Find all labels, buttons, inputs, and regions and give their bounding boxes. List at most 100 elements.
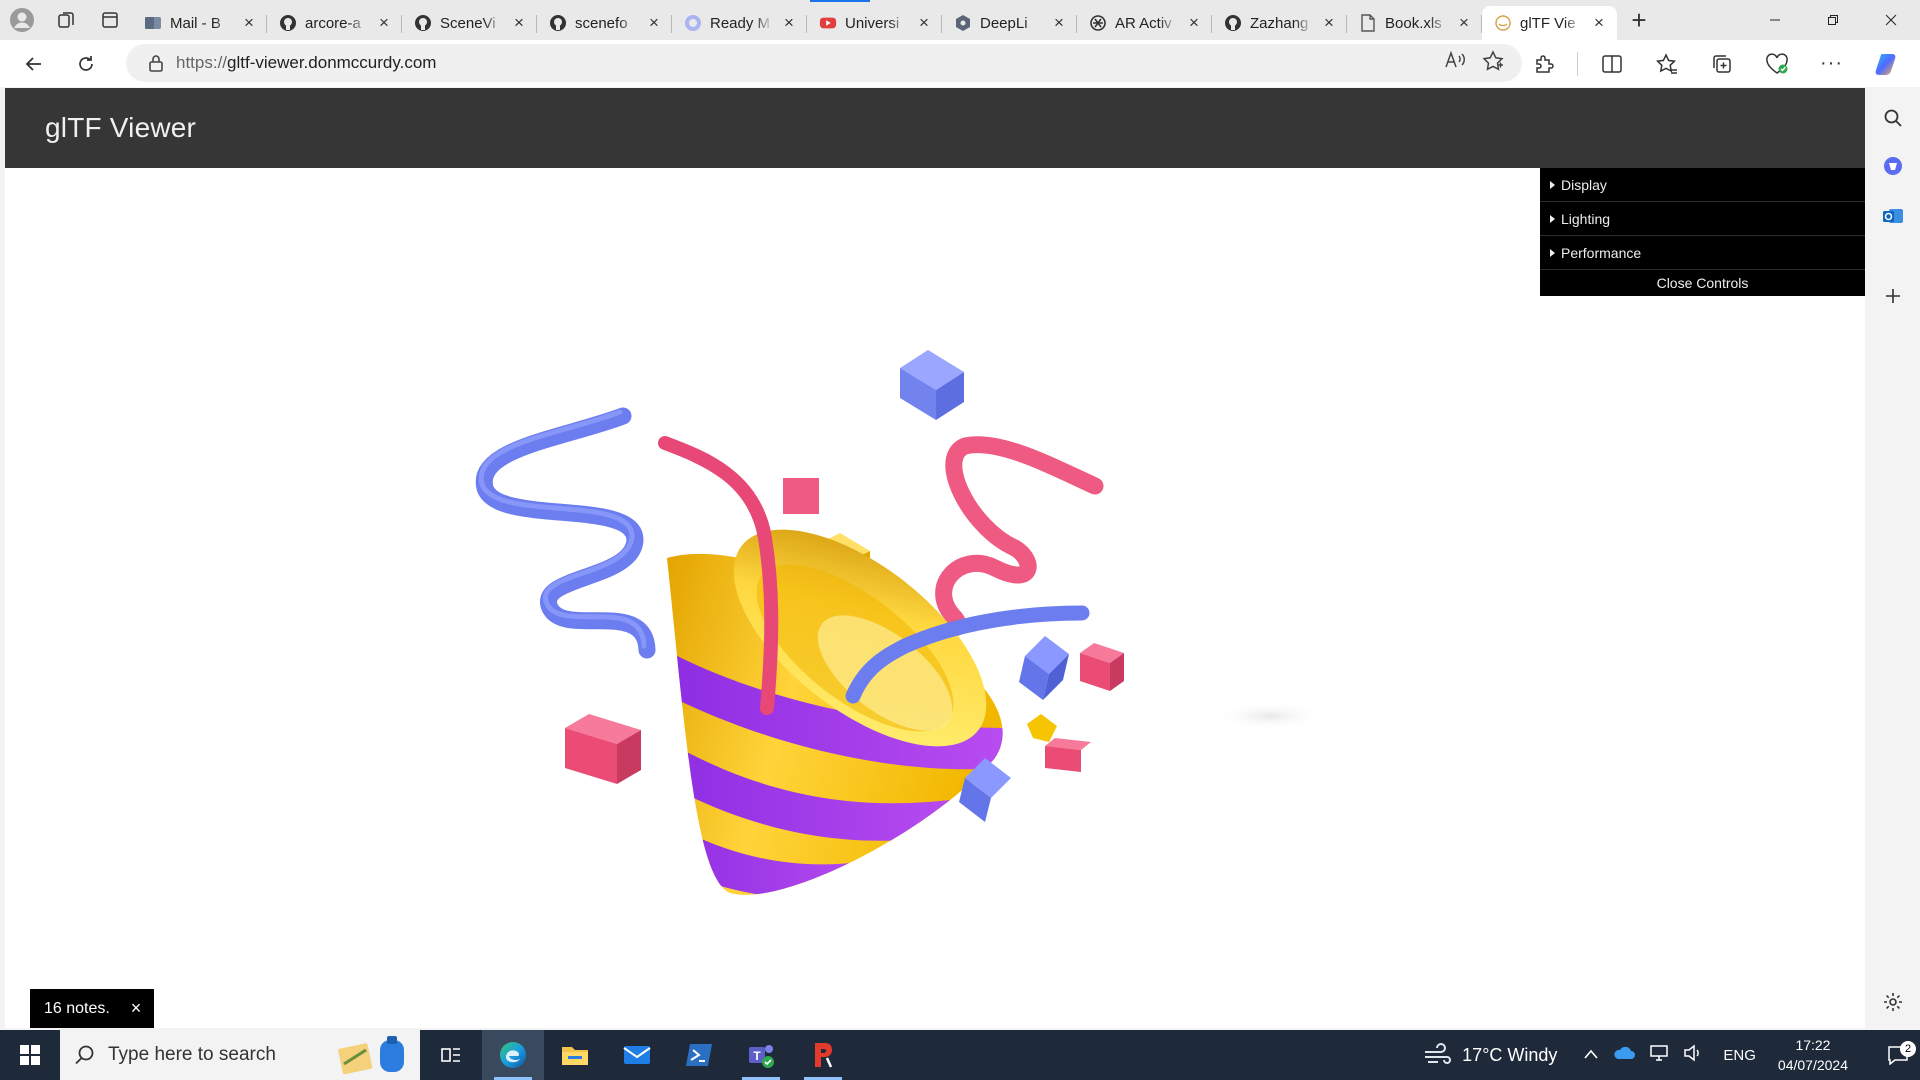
taskbar-powershell[interactable] (668, 1030, 730, 1080)
restore-icon (1828, 15, 1838, 25)
workspaces-icon (58, 12, 74, 28)
plus-icon (1886, 289, 1900, 303)
taskbar-search[interactable]: Type here to search (60, 1030, 420, 1080)
sidebar-settings-button[interactable] (1877, 986, 1909, 1018)
refresh-button[interactable] (60, 44, 112, 84)
system-tray: 17°C Windy ENG 17:22 04/07/2024 2 (1422, 1030, 1920, 1080)
profile-button[interactable] (0, 0, 44, 40)
gear-icon (1884, 993, 1902, 1011)
sidebar-shopping-button[interactable] (1877, 150, 1909, 182)
taskbar-file-explorer[interactable] (544, 1030, 606, 1080)
collections-button[interactable] (1694, 53, 1749, 75)
close-icon[interactable]: × (376, 13, 392, 32)
close-icon[interactable]: × (1456, 13, 1472, 32)
chatgpt-icon (1089, 14, 1107, 32)
favorites-icon (1655, 52, 1677, 74)
app-title: glTF Viewer (45, 112, 197, 143)
tab-gltf-viewer[interactable]: glTF Vie × (1482, 6, 1617, 40)
copilot-button[interactable] (1859, 51, 1914, 77)
close-controls-button[interactable]: Close Controls (1540, 270, 1865, 296)
tab-ready[interactable]: Ready M × (672, 7, 807, 39)
confetti-pink-small (783, 478, 819, 514)
tab-universi[interactable]: Universi × (807, 7, 942, 39)
taskbar-mail[interactable] (606, 1030, 668, 1080)
close-icon[interactable]: × (1321, 13, 1337, 32)
windows-taskbar: Type here to search T 17°C Windy ENG 17:… (0, 1030, 1920, 1080)
tab-title: DeepLi (980, 14, 1028, 32)
sidebar-outlook-button[interactable] (1877, 200, 1909, 232)
taskbar-teams[interactable]: T (730, 1030, 792, 1080)
close-icon[interactable]: × (781, 13, 797, 32)
tab-title: Mail - B (170, 14, 221, 32)
folder-display[interactable]: Display (1540, 168, 1865, 202)
extensions-button[interactable] (1516, 53, 1571, 75)
party-popper-model[interactable] (5, 168, 1865, 1028)
close-icon[interactable]: × (916, 13, 932, 32)
read-aloud-icon[interactable] (1444, 50, 1466, 77)
network-icon[interactable] (1649, 1044, 1669, 1067)
notification-center-button[interactable]: 2 (1876, 1041, 1920, 1065)
start-button[interactable] (0, 1030, 60, 1080)
wind-icon (1425, 1043, 1452, 1064)
tab-title: Ready M (710, 14, 771, 32)
tab-title: SceneVi (440, 14, 496, 32)
close-window-button[interactable] (1862, 0, 1920, 40)
close-icon[interactable]: × (241, 13, 257, 32)
back-button[interactable] (8, 44, 60, 84)
refresh-icon (79, 55, 93, 71)
tab-ar-activity[interactable]: AR Activ × (1077, 7, 1212, 39)
tab-actions-button[interactable] (88, 0, 132, 40)
onedrive-icon[interactable] (1613, 1045, 1636, 1066)
minimize-icon (1770, 19, 1780, 21)
close-icon[interactable]: × (1186, 13, 1202, 32)
chevron-up-icon[interactable] (1583, 1045, 1599, 1065)
notes-toast[interactable]: 16 notes. × (30, 989, 154, 1028)
settings-more-button[interactable]: ··· (1804, 52, 1859, 75)
close-icon[interactable]: × (1591, 13, 1607, 32)
tab-book[interactable]: Book.xls × (1347, 7, 1482, 39)
caret-right-icon (1550, 180, 1555, 189)
tab-scenefo[interactable]: scenefo × (537, 7, 672, 39)
browser-essentials-button[interactable] (1749, 52, 1804, 75)
new-tab-button[interactable]: + (1617, 0, 1661, 40)
powershell-icon (686, 1044, 712, 1066)
close-icon[interactable]: × (511, 13, 527, 32)
address-bar[interactable]: https://gltf-viewer.donmccurdy.com (126, 44, 1522, 82)
url-text[interactable]: https://gltf-viewer.donmccurdy.com (176, 53, 1444, 73)
close-icon[interactable]: × (1051, 13, 1067, 32)
weather-text: 17°C Windy (1462, 1044, 1558, 1065)
search-icon (1884, 109, 1902, 127)
caret-right-icon (1550, 214, 1555, 223)
lock-icon[interactable] (136, 54, 176, 72)
task-view-button[interactable] (420, 1030, 482, 1080)
favorites-button[interactable] (1639, 52, 1694, 75)
tab-mail[interactable]: Mail - B × (132, 7, 267, 39)
minimize-button[interactable] (1746, 0, 1804, 40)
volume-icon[interactable] (1683, 1043, 1703, 1067)
tab-sceneview[interactable]: SceneVi × (402, 7, 537, 39)
restore-button[interactable] (1804, 0, 1862, 40)
taskbar-edge[interactable] (482, 1030, 544, 1080)
folder-performance[interactable]: Performance (1540, 236, 1865, 270)
folder-lighting[interactable]: Lighting (1540, 202, 1865, 236)
caret-right-icon (1550, 248, 1555, 257)
controls-panel: Display Lighting Performance Close Contr… (1540, 168, 1865, 296)
split-screen-icon (1601, 54, 1622, 73)
favorite-star-icon[interactable] (1482, 49, 1504, 77)
language-indicator[interactable]: ENG (1723, 1047, 1756, 1064)
taskbar-app-red[interactable] (792, 1030, 854, 1080)
split-screen-button[interactable] (1584, 54, 1639, 74)
sidebar-search-button[interactable] (1877, 102, 1909, 134)
tab-deepl[interactable]: DeepLi × (942, 7, 1077, 39)
puzzle-icon (1535, 54, 1554, 73)
workspaces-button[interactable] (44, 0, 88, 40)
clock[interactable]: 17:22 04/07/2024 (1778, 1035, 1848, 1075)
close-icon[interactable]: × (646, 13, 662, 32)
sidebar-add-button[interactable] (1877, 280, 1909, 312)
3d-viewport[interactable] (5, 168, 1865, 1028)
tab-zazhang[interactable]: Zazhang × (1212, 7, 1347, 39)
notes-label: 16 notes. (44, 1000, 110, 1017)
tab-arcore[interactable]: arcore-a × (267, 7, 402, 39)
close-icon[interactable]: × (128, 998, 144, 1018)
weather-widget[interactable]: 17°C Windy (1422, 1043, 1557, 1067)
